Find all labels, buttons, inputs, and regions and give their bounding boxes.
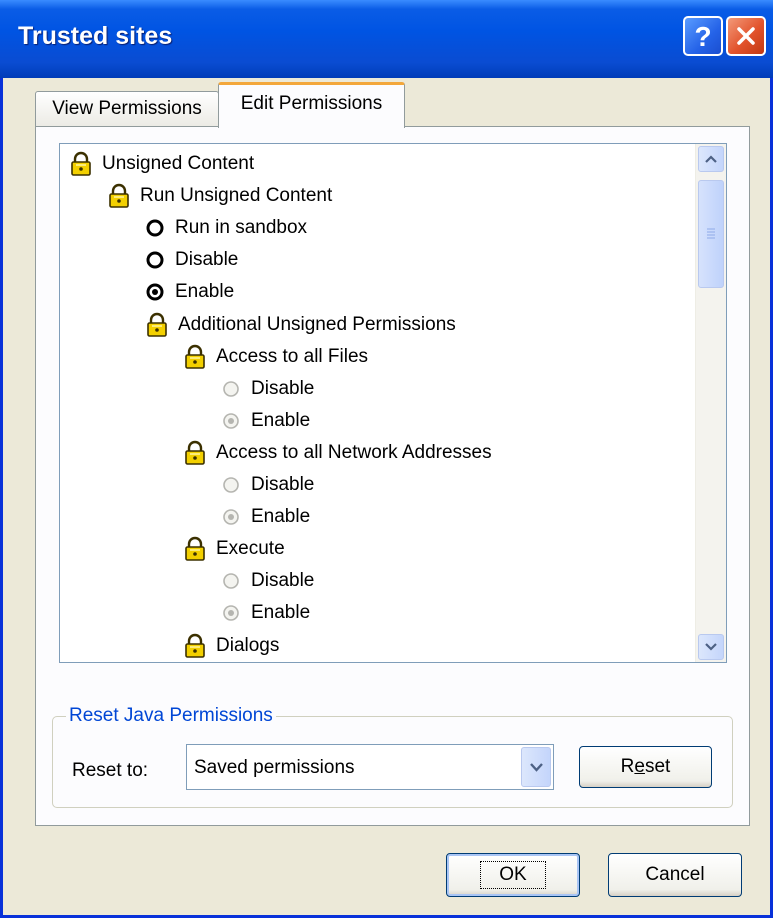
chevron-down-icon — [705, 643, 717, 651]
radio-unchecked-icon — [222, 476, 240, 494]
tree-label: Disable — [251, 474, 315, 495]
tree-node[interactable]: Access to all Network Addresses — [184, 437, 492, 469]
scroll-down-button[interactable] — [698, 634, 724, 660]
title-bar[interactable]: Trusted sites ? — [0, 0, 773, 78]
tree-label: Unsigned Content — [102, 153, 255, 174]
lock-icon — [184, 633, 206, 658]
permission-radio-option: Disable — [222, 565, 314, 597]
tree-node[interactable]: Access to all Files — [184, 341, 368, 373]
svg-text:?: ? — [694, 22, 711, 50]
radio-unchecked-icon[interactable] — [146, 251, 164, 269]
chevron-down-icon — [529, 762, 543, 772]
tree-label: Disable — [251, 377, 315, 399]
permission-radio-option: Enable — [222, 501, 310, 533]
permission-radio-option[interactable]: Disable — [146, 244, 238, 276]
scroll-thumb[interactable] — [698, 180, 724, 288]
ok-button-label: OK — [480, 861, 546, 889]
scroll-up-button[interactable] — [698, 146, 724, 172]
help-icon: ? — [694, 22, 711, 50]
permission-radio-option: Enable — [222, 405, 310, 437]
permission-radio-option[interactable]: Enable — [146, 276, 234, 308]
tree-label: Run in sandbox — [175, 217, 308, 239]
radio-unchecked-icon[interactable] — [146, 219, 164, 237]
cancel-button-label: Cancel — [645, 864, 705, 885]
tree-label: Dialogs — [216, 634, 280, 656]
reset-button[interactable]: Reset — [579, 746, 712, 788]
close-button[interactable] — [726, 16, 766, 56]
chevron-up-icon — [705, 155, 717, 163]
lock-icon — [146, 312, 168, 337]
reset-to-value: Saved permissions — [194, 757, 355, 778]
reset-to-label: Reset to: — [72, 760, 149, 781]
tab-label: Edit Permissions — [240, 93, 383, 114]
tree-label: Enable — [251, 506, 311, 528]
permission-radio-option: Enable — [222, 597, 310, 629]
tab-label: View Permissions — [52, 98, 202, 119]
tree-label: Execute — [216, 538, 285, 560]
window-title: Trusted sites — [18, 22, 173, 50]
lock-icon — [184, 344, 206, 369]
tree-label: Access to all Network Addresses — [216, 441, 492, 463]
tab-view-permissions[interactable]: View Permissions — [35, 91, 219, 126]
vertical-scrollbar[interactable] — [695, 144, 726, 662]
dropdown-button[interactable] — [521, 747, 551, 787]
lock-icon — [184, 440, 206, 465]
tree-label: Run Unsigned Content — [140, 185, 333, 207]
tree-node[interactable]: Run Unsigned Content — [108, 180, 332, 212]
reset-button-label: Reset — [620, 756, 671, 777]
radio-checked-icon[interactable] — [146, 283, 164, 301]
help-button[interactable]: ? — [683, 16, 723, 56]
tree-label: Disable — [251, 570, 315, 592]
tree-label: Enable — [175, 281, 235, 303]
cancel-button[interactable]: Cancel — [608, 853, 742, 897]
tree-label: Enable — [251, 602, 311, 624]
tree-label: Access to all Files — [216, 345, 369, 367]
lock-icon — [70, 151, 92, 176]
tree-node[interactable]: Additional Unsigned Permissions — [146, 309, 456, 341]
reset-to-select[interactable]: Saved permissions — [186, 744, 554, 790]
radio-checked-icon — [222, 604, 240, 622]
radio-unchecked-icon — [222, 380, 240, 398]
lock-icon — [184, 537, 206, 561]
permission-radio-option: Disable — [222, 469, 314, 501]
radio-checked-icon — [222, 412, 240, 430]
tree-label: Enable — [251, 409, 311, 431]
tree-node[interactable]: Dialogs — [184, 630, 279, 662]
reset-group-legend: Reset Java Permissions — [66, 705, 276, 727]
tab-edit-permissions[interactable]: Edit Permissions — [218, 82, 405, 128]
radio-unchecked-icon — [222, 572, 240, 590]
ok-button[interactable]: OK — [446, 853, 580, 897]
radio-checked-icon — [222, 508, 240, 526]
tree-node[interactable]: Execute — [184, 533, 285, 565]
permission-radio-option[interactable]: Run in sandbox — [146, 212, 307, 244]
tree-label: Disable — [175, 249, 239, 271]
permissions-tree[interactable]: Unsigned Content Run Unsigned Content Run … — [59, 143, 727, 663]
tree-node[interactable]: Unsigned Content — [70, 148, 254, 180]
tree-label: Additional Unsigned Permissions — [178, 313, 456, 335]
lock-icon — [108, 183, 130, 208]
grip-icon — [707, 228, 715, 239]
permission-radio-option: Disable — [222, 373, 314, 405]
close-icon — [737, 27, 755, 45]
